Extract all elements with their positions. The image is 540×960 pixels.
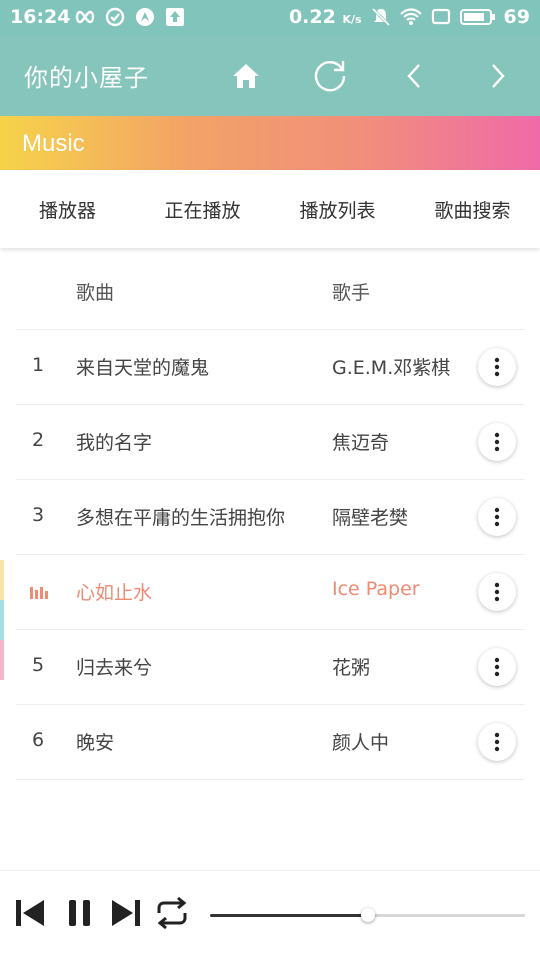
refresh-button[interactable] (310, 56, 350, 96)
more-options-button[interactable] (478, 348, 516, 386)
repeat-button[interactable] (152, 893, 192, 933)
back-icon (407, 64, 420, 88)
song-row[interactable]: 2 我的名字 焦迈奇 (16, 405, 524, 480)
column-header-song: 歌曲 (76, 282, 115, 304)
song-title: 心如止水 (76, 582, 153, 604)
song-row[interactable]: 6 晚安 颜人中 (16, 705, 524, 780)
forward-icon (492, 64, 505, 88)
list-header: 歌曲 歌手 (16, 256, 524, 330)
song-artist: 花粥 (332, 657, 371, 679)
screen-icon (430, 6, 452, 28)
pause-button[interactable] (60, 893, 100, 933)
more-options-button[interactable] (478, 423, 516, 461)
tab-now-playing[interactable]: 正在播放 (135, 170, 270, 248)
tab-player[interactable]: 播放器 (0, 170, 135, 248)
back-button[interactable] (394, 56, 434, 96)
song-artist: Ice Paper (332, 578, 420, 600)
music-banner: Music (0, 116, 540, 170)
previous-button[interactable] (10, 893, 50, 933)
app-header: 你的小屋子 (0, 36, 540, 116)
more-vertical-icon (494, 657, 500, 677)
next-button[interactable] (106, 893, 146, 933)
tab-playlist[interactable]: 播放列表 (270, 170, 405, 248)
progress-slider[interactable] (210, 908, 525, 923)
status-icons-left (74, 6, 186, 28)
song-list: 1 来自天堂的魔鬼 G.E.M.邓紫棋 2 我的名字 焦迈奇 3 多想在平庸的生… (16, 330, 524, 780)
track-number: 1 (32, 354, 45, 376)
more-options-button[interactable] (478, 573, 516, 611)
more-options-button[interactable] (478, 648, 516, 686)
song-title: 来自天堂的魔鬼 (76, 357, 210, 379)
battery-icon (459, 6, 496, 28)
navigation-icon (134, 6, 156, 28)
more-options-button[interactable] (478, 498, 516, 536)
forward-button[interactable] (478, 56, 518, 96)
track-number: 5 (32, 654, 45, 676)
infinity-icon (74, 6, 96, 28)
battery-level: 69 (503, 6, 530, 28)
song-row-now-playing[interactable]: 心如止水 Ice Paper (16, 555, 524, 630)
track-number: 2 (32, 429, 45, 451)
more-vertical-icon (494, 432, 500, 452)
more-vertical-icon (494, 732, 500, 752)
progress-thumb[interactable] (360, 908, 375, 922)
more-vertical-icon (494, 507, 500, 527)
song-artist: 颜人中 (332, 732, 390, 754)
player-bar (0, 870, 540, 960)
column-header-artist: 歌手 (332, 282, 371, 304)
song-row[interactable]: 3 多想在平庸的生活拥抱你 隔壁老樊 (16, 480, 524, 555)
song-row[interactable]: 5 归去来兮 花粥 (16, 630, 524, 705)
tab-song-search[interactable]: 歌曲搜索 (405, 170, 540, 248)
song-artist: 焦迈奇 (332, 432, 390, 454)
check-circle-icon (104, 6, 126, 28)
track-number: 3 (32, 504, 45, 526)
song-title: 多想在平庸的生活拥抱你 (76, 507, 286, 529)
refresh-icon (314, 61, 346, 92)
more-vertical-icon (494, 357, 500, 377)
song-title: 我的名字 (76, 432, 153, 454)
active-row-accent (0, 560, 4, 680)
status-time: 16:24 (10, 6, 71, 28)
upload-icon (164, 6, 186, 28)
home-icon (233, 64, 259, 88)
status-bar: 16:24 0.22 K/s 69 (0, 0, 540, 36)
song-artist: 隔壁老樊 (332, 507, 409, 529)
song-artist: G.E.M.邓紫棋 (332, 357, 451, 379)
song-row[interactable]: 1 来自天堂的魔鬼 G.E.M.邓紫棋 (16, 330, 524, 405)
now-playing-icon (30, 583, 48, 599)
song-title: 归去来兮 (76, 657, 153, 679)
home-button[interactable] (226, 56, 266, 96)
repeat-icon (157, 896, 187, 930)
track-number: 6 (32, 729, 45, 751)
network-speed: 0.22 K/s (288, 6, 362, 28)
more-options-button[interactable] (478, 723, 516, 761)
previous-icon (16, 900, 44, 926)
progress-fill (210, 914, 368, 917)
status-icons-right: 0.22 K/s 69 (289, 6, 530, 28)
mute-icon (370, 6, 392, 28)
app-title: 你的小屋子 (24, 64, 149, 92)
tab-bar: 播放器 正在播放 播放列表 歌曲搜索 (0, 170, 540, 248)
more-vertical-icon (494, 582, 500, 602)
music-label: Music (22, 130, 85, 157)
next-icon (112, 900, 140, 926)
wifi-icon (399, 6, 422, 28)
song-title: 晚安 (76, 732, 115, 754)
pause-icon (69, 900, 90, 926)
